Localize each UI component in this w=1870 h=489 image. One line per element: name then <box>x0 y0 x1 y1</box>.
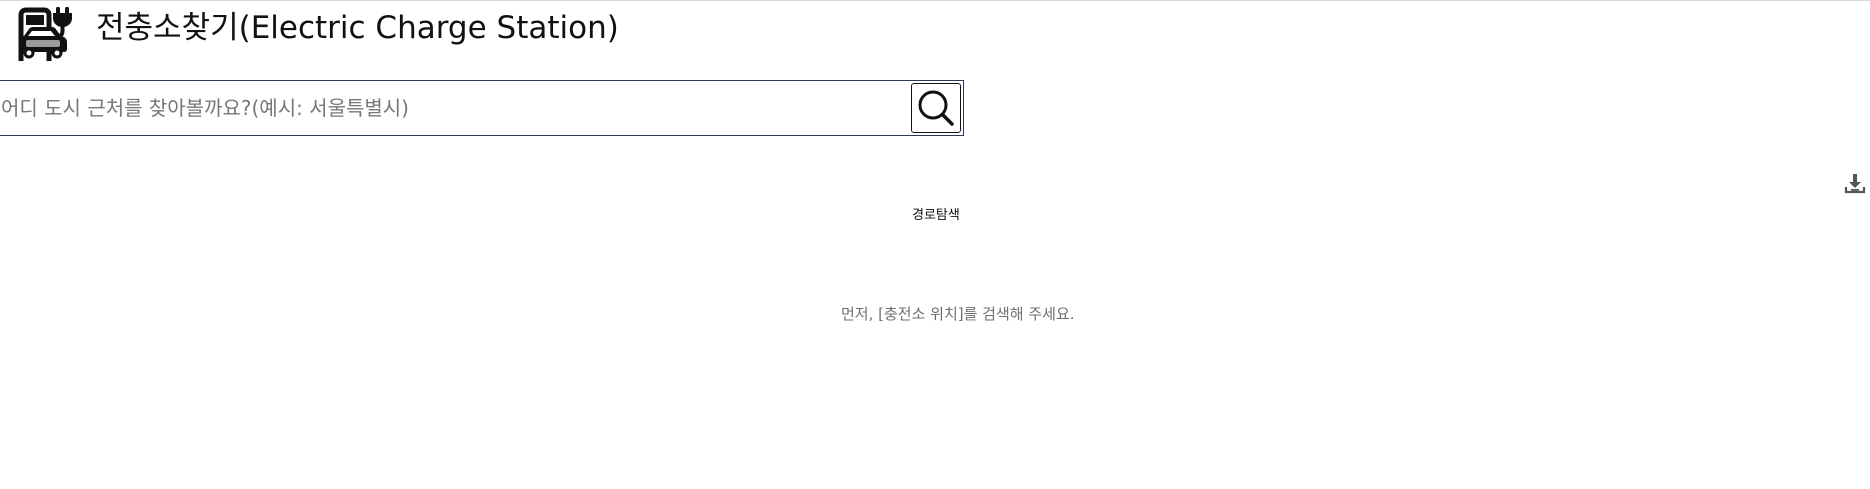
search-bar <box>0 80 964 136</box>
page-title: 전충소찾기(Electric Charge Station) <box>96 10 619 46</box>
search-icon <box>918 90 954 126</box>
download-icon[interactable] <box>1844 173 1866 195</box>
search-input[interactable] <box>0 81 901 135</box>
empty-state-message: 먼저, [충전소 위치]를 검색해 주세요. <box>841 305 1075 323</box>
ev-charging-car-icon <box>16 5 74 63</box>
search-button[interactable] <box>911 83 961 133</box>
route-search-link[interactable]: 경로탐색 <box>912 207 960 225</box>
top-divider <box>0 0 1870 1</box>
